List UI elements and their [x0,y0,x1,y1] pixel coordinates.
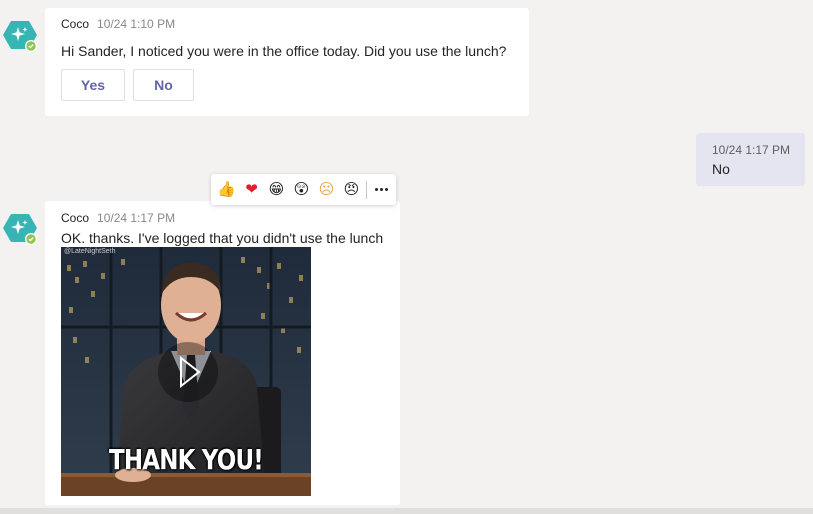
sender-name[interactable]: Coco [61,17,89,31]
angry-icon[interactable]: 😠 [339,175,364,205]
timestamp: 10/24 1:17 PM [712,143,791,157]
sad-icon[interactable]: ☹ [314,175,339,205]
play-icon [180,355,201,389]
message-header: Coco 10/24 1:10 PM [61,17,175,31]
more-options-icon[interactable] [371,175,392,205]
coco-bot-icon [3,21,37,52]
timestamp: 10/24 1:10 PM [97,17,176,31]
like-icon[interactable]: 👍 [214,175,239,205]
message-header: Coco 10/24 1:17 PM [61,211,175,225]
gif-image[interactable]: @LateNightSeth THANK YOU! [61,247,311,496]
surprised-icon[interactable]: 😲 [289,175,314,205]
no-button[interactable]: No [133,69,194,101]
play-button[interactable] [158,342,218,402]
timestamp: 10/24 1:17 PM [97,211,176,225]
toolbar-divider [366,180,367,199]
bottom-divider [0,508,813,514]
my-message-bubble: 10/24 1:17 PM No [696,133,805,186]
message-bubble: Coco 10/24 1:10 PM Hi Sander, I noticed y… [45,8,529,116]
bot-avatar[interactable] [2,18,38,54]
gif-watermark: @LateNightSeth [64,248,116,255]
message-text: Hi Sander, I noticed you were in the off… [61,43,507,59]
message-text: OK. thanks. I've logged that you didn't … [61,230,384,246]
sender-name[interactable]: Coco [61,211,89,225]
heart-icon[interactable]: ❤ [239,175,264,205]
reactions-toolbar: 👍 ❤ 😁 😲 ☹ 😠 [211,174,396,205]
message-text: No [712,161,730,177]
bot-avatar[interactable] [2,211,38,247]
gif-caption: THANK YOU! [109,443,264,476]
laugh-icon[interactable]: 😁 [264,175,289,205]
message-bubble: Coco 10/24 1:17 PM OK. thanks. I've logge… [45,201,400,505]
coco-bot-icon [3,214,37,245]
yes-button[interactable]: Yes [61,69,125,101]
